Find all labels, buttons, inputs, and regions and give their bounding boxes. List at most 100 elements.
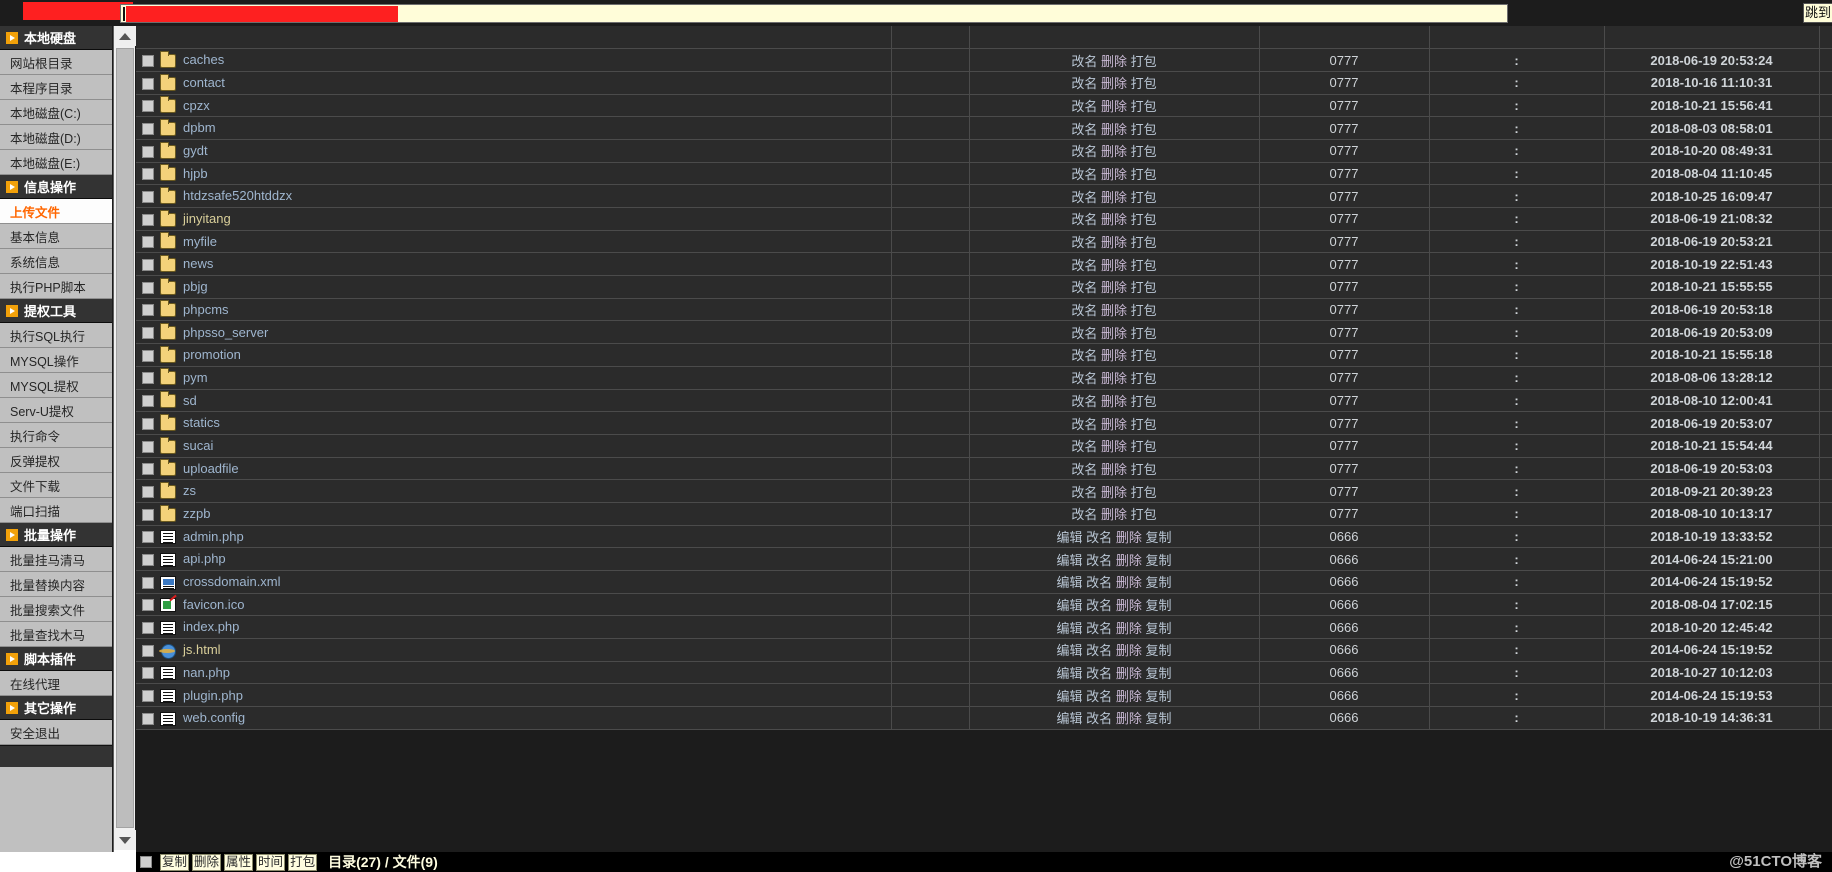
op-link-编辑[interactable]: 编辑 <box>1057 553 1083 568</box>
sidebar-item-2[interactable]: 本程序目录 <box>0 75 112 100</box>
table-row[interactable]: nan.php 编辑 改名 删除 复制 0666:2018-10-27 10:12:… <box>136 661 1832 685</box>
op-link-删除[interactable]: 删除 <box>1116 643 1142 658</box>
row-checkbox[interactable] <box>142 77 154 90</box>
op-link-改名[interactable]: 改名 <box>1071 371 1097 386</box>
op-link-改名[interactable]: 改名 <box>1071 122 1097 137</box>
row-checkbox[interactable] <box>142 395 154 408</box>
row-checkbox[interactable] <box>142 553 154 566</box>
op-link-打包[interactable]: 打包 <box>1131 485 1157 500</box>
op-link-复制[interactable]: 复制 <box>1145 666 1171 681</box>
op-link-删除[interactable]: 删除 <box>1101 439 1127 454</box>
row-checkbox[interactable] <box>142 236 154 249</box>
table-row[interactable]: js.html 编辑 改名 删除 复制 0666:2014-06-24 15:19:… <box>136 638 1832 662</box>
op-link-删除[interactable]: 删除 <box>1101 485 1127 500</box>
op-link-打包[interactable]: 打包 <box>1131 326 1157 341</box>
op-link-删除[interactable]: 删除 <box>1101 394 1127 409</box>
op-link-改名[interactable]: 改名 <box>1071 258 1097 273</box>
op-link-改名[interactable]: 改名 <box>1071 326 1097 341</box>
file-name-link[interactable]: jinyitang <box>183 211 231 226</box>
row-checkbox[interactable] <box>142 100 154 113</box>
sidebar-group-20[interactable]: 批量操作 <box>0 523 112 547</box>
table-row[interactable]: dpbm 改名 删除 打包 0777:2018-08-03 08:58:01 <box>136 116 1832 140</box>
op-link-编辑[interactable]: 编辑 <box>1057 711 1083 726</box>
table-row[interactable]: promotion 改名 删除 打包 0777:2018-10-21 15:55:1… <box>136 343 1832 367</box>
sidebar-group-27[interactable]: 其它操作 <box>0 696 112 720</box>
file-name-link[interactable]: pym <box>183 370 208 385</box>
sidebar-item-14[interactable]: MYSQL提权 <box>0 373 112 398</box>
op-link-删除[interactable]: 删除 <box>1101 258 1127 273</box>
sidebar-scrollbar[interactable] <box>113 26 136 872</box>
sidebar-item-23[interactable]: 批量搜索文件 <box>0 597 112 622</box>
op-link-改名[interactable]: 改名 <box>1086 621 1112 636</box>
op-link-删除[interactable]: 删除 <box>1101 326 1127 341</box>
bulk-button-属性[interactable]: 属性 <box>224 854 254 871</box>
file-name-link[interactable]: sucai <box>183 438 213 453</box>
table-row[interactable]: sucai 改名 删除 打包 0777:2018-10-21 15:54:44 <box>136 434 1832 458</box>
op-link-复制[interactable]: 复制 <box>1145 598 1171 613</box>
op-link-删除[interactable]: 删除 <box>1101 280 1127 295</box>
file-name-link[interactable]: web.config <box>183 710 245 725</box>
file-name-link[interactable]: news <box>183 256 213 271</box>
op-link-打包[interactable]: 打包 <box>1131 54 1157 69</box>
file-name-link[interactable]: js.html <box>183 642 221 657</box>
op-link-打包[interactable]: 打包 <box>1131 144 1157 159</box>
op-link-改名[interactable]: 改名 <box>1071 485 1097 500</box>
op-link-删除[interactable]: 删除 <box>1116 575 1142 590</box>
file-name-link[interactable]: gydt <box>183 143 208 158</box>
op-link-删除[interactable]: 删除 <box>1116 553 1142 568</box>
table-row[interactable]: jinyitang 改名 删除 打包 0777:2018-06-19 21:08:3… <box>136 207 1832 231</box>
file-name-link[interactable]: favicon.ico <box>183 597 244 612</box>
op-link-改名[interactable]: 改名 <box>1071 76 1097 91</box>
op-link-改名[interactable]: 改名 <box>1071 348 1097 363</box>
file-name-link[interactable]: phpcms <box>183 302 229 317</box>
op-link-删除[interactable]: 删除 <box>1101 348 1127 363</box>
table-row[interactable]: pym 改名 删除 打包 0777:2018-08-06 13:28:12 <box>136 366 1832 390</box>
op-link-打包[interactable]: 打包 <box>1131 280 1157 295</box>
row-checkbox[interactable] <box>142 327 154 340</box>
file-name-link[interactable]: dpbm <box>183 120 216 135</box>
row-checkbox[interactable] <box>142 417 154 430</box>
op-link-删除[interactable]: 删除 <box>1116 689 1142 704</box>
row-checkbox[interactable] <box>142 440 154 453</box>
op-link-改名[interactable]: 改名 <box>1071 507 1097 522</box>
file-name-link[interactable]: myfile <box>183 234 217 249</box>
op-link-打包[interactable]: 打包 <box>1131 303 1157 318</box>
sidebar-item-5[interactable]: 本地磁盘(E:) <box>0 150 112 175</box>
sidebar-item-18[interactable]: 文件下载 <box>0 473 112 498</box>
op-link-删除[interactable]: 删除 <box>1116 711 1142 726</box>
row-checkbox[interactable] <box>142 259 154 271</box>
table-row[interactable]: index.php 编辑 改名 删除 复制 0666:2018-10-20 12:4… <box>136 615 1832 640</box>
table-row[interactable]: statics 改名 删除 打包 0777:2018-06-19 20:53:07 <box>136 411 1832 435</box>
op-link-复制[interactable]: 复制 <box>1145 575 1171 590</box>
sidebar-item-16[interactable]: 执行命令 <box>0 423 112 448</box>
row-checkbox[interactable] <box>142 281 154 294</box>
scroll-down-button[interactable] <box>114 830 136 850</box>
table-row[interactable]: sd 改名 删除 打包 0777:2018-08-10 12:00:41 <box>136 389 1832 413</box>
op-link-打包[interactable]: 打包 <box>1131 99 1157 114</box>
file-name-link[interactable]: phpsso_server <box>183 325 268 340</box>
sidebar-group-0[interactable]: 本地硬盘 <box>0 26 112 50</box>
file-name-link[interactable]: zs <box>183 483 196 498</box>
table-row[interactable]: hjpb 改名 删除 打包 0777:2018-08-04 11:10:45 <box>136 162 1832 186</box>
op-link-改名[interactable]: 改名 <box>1071 235 1097 250</box>
op-link-编辑[interactable]: 编辑 <box>1057 598 1083 613</box>
file-name-link[interactable]: index.php <box>183 619 239 634</box>
sidebar-item-15[interactable]: Serv-U提权 <box>0 398 112 423</box>
op-link-改名[interactable]: 改名 <box>1071 144 1097 159</box>
table-row[interactable]: caches 改名 删除 打包 0777:2018-06-19 20:53:24 <box>136 48 1832 72</box>
op-link-删除[interactable]: 删除 <box>1116 598 1142 613</box>
table-row[interactable]: zs 改名 删除 打包 0777:2018-09-21 20:39:23 <box>136 479 1832 503</box>
sidebar-item-19[interactable]: 端口扫描 <box>0 498 112 523</box>
op-link-编辑[interactable]: 编辑 <box>1057 621 1083 636</box>
sidebar-item-1[interactable]: 网站根目录 <box>0 50 112 75</box>
op-link-改名[interactable]: 改名 <box>1071 417 1097 432</box>
file-name-link[interactable]: plugin.php <box>183 688 243 703</box>
op-link-改名[interactable]: 改名 <box>1071 280 1097 295</box>
op-link-改名[interactable]: 改名 <box>1071 439 1097 454</box>
op-link-复制[interactable]: 复制 <box>1145 689 1171 704</box>
row-checkbox[interactable] <box>142 213 154 226</box>
table-row[interactable]: htdzsafe520htddzx 改名 删除 打包 0777:2018-10-25… <box>136 184 1832 208</box>
op-link-打包[interactable]: 打包 <box>1131 167 1157 182</box>
scrollbar-thumb[interactable] <box>116 48 134 828</box>
row-checkbox[interactable] <box>142 531 154 544</box>
